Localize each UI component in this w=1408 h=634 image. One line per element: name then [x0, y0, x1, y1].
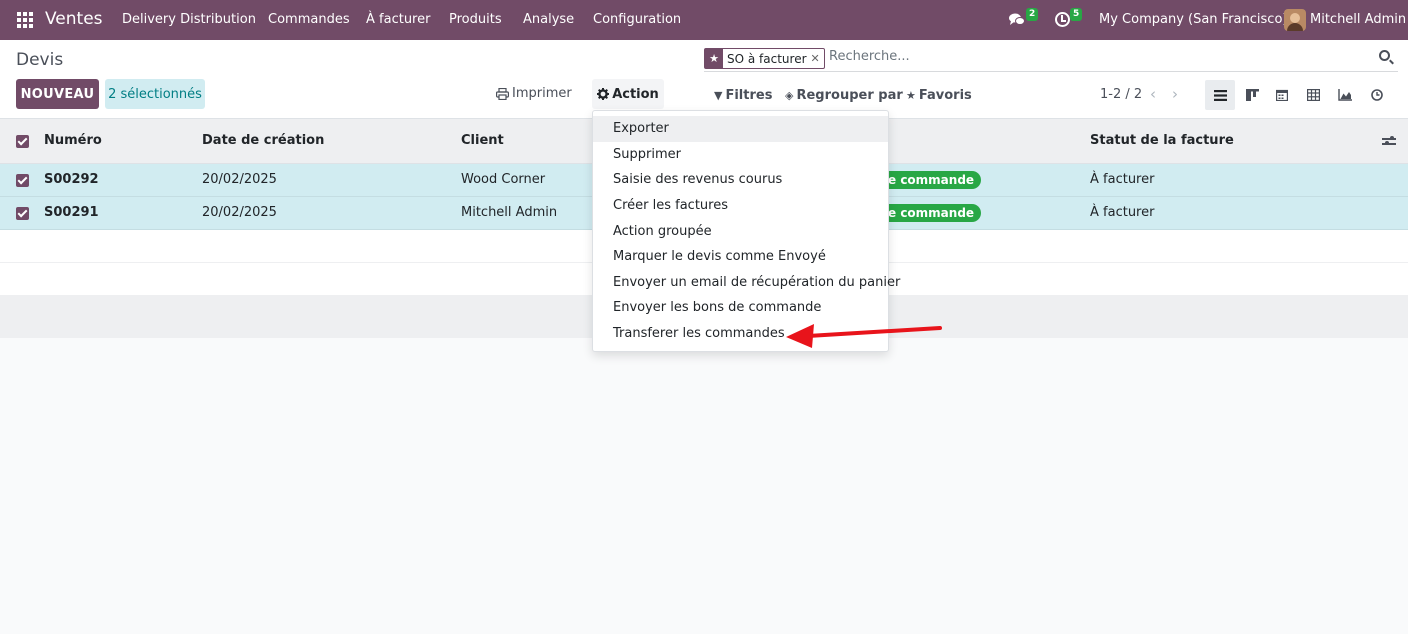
remove-facet-icon[interactable]: ✕ [811, 49, 824, 68]
print-label: Imprimer [512, 86, 572, 101]
kanban-view-icon[interactable] [1237, 80, 1267, 110]
column-header-date[interactable]: Date de création [202, 133, 324, 148]
search-input[interactable] [829, 49, 1329, 64]
status-badge: e commande [880, 204, 982, 222]
menu-item-exporter[interactable]: Exporter [593, 116, 888, 142]
menu-item-action-groupee[interactable]: Action groupée [593, 218, 888, 244]
annotation-arrow-icon [786, 324, 942, 348]
action-label: Action [612, 86, 659, 102]
select-all-checkbox[interactable] [16, 135, 29, 148]
gear-icon [597, 88, 610, 100]
search-facet-label: SO à facturer [727, 51, 807, 66]
order-number: S00292 [44, 172, 99, 187]
company-switcher[interactable]: My Company (San Francisco) [1099, 12, 1287, 27]
chevron-right-icon[interactable]: › [1172, 85, 1178, 103]
page-title[interactable]: Devis [16, 50, 63, 70]
order-number: S00291 [44, 205, 99, 220]
chevron-left-icon[interactable]: ‹ [1150, 85, 1156, 103]
user-avatar[interactable] [1284, 9, 1306, 31]
print-button[interactable]: Imprimer [496, 86, 572, 101]
user-menu[interactable]: Mitchell Admin [1310, 12, 1406, 27]
creation-date: 20/02/2025 [202, 172, 277, 187]
menu-item-commandes[interactable]: Commandes [268, 12, 350, 27]
status-badge: e commande [880, 171, 982, 189]
column-header-client[interactable]: Client [461, 133, 504, 148]
filters-toggle[interactable]: ▼ Filtres [714, 88, 772, 103]
invoice-status: À facturer [1090, 172, 1155, 187]
menu-item-supprimer[interactable]: Supprimer [593, 142, 888, 168]
messages-count-badge: 2 [1026, 8, 1039, 21]
graph-view-icon[interactable] [1330, 80, 1360, 110]
apps-grid-icon[interactable] [17, 12, 33, 28]
groupby-toggle[interactable]: ◈ Regrouper par [785, 88, 903, 103]
star-icon: ★ [906, 89, 916, 102]
printer-icon [496, 87, 509, 100]
menu-item-saisie-revenus[interactable]: Saisie des revenus courus [593, 167, 888, 193]
calendar-view-icon[interactable] [1267, 80, 1297, 110]
row-checkbox[interactable] [16, 174, 29, 187]
optional-columns-icon[interactable] [1382, 135, 1396, 147]
action-dropdown-menu: Exporter Supprimer Saisie des revenus co… [592, 110, 900, 352]
action-button[interactable]: Action [592, 79, 664, 109]
column-header-invoice-status[interactable]: Statut de la facture [1090, 133, 1234, 148]
search-facet[interactable]: ★ SO à facturer ✕ [704, 48, 825, 69]
layers-icon: ◈ [785, 89, 794, 102]
app-brand[interactable]: Ventes [45, 9, 103, 29]
column-header-numero[interactable]: Numéro [44, 133, 102, 148]
activity-clock-icon[interactable] [1055, 12, 1070, 27]
menu-item-analyse[interactable]: Analyse [523, 12, 574, 27]
client-name: Mitchell Admin [461, 205, 558, 220]
pager-value[interactable]: 1-2 / 2 [1100, 87, 1142, 102]
menu-item-a-facturer[interactable]: À facturer [366, 12, 430, 27]
favorite-star-icon: ★ [705, 49, 723, 68]
row-checkbox[interactable] [16, 207, 29, 220]
chat-icon[interactable] [1009, 13, 1025, 26]
control-panel: Devis NOUVEAU 2 sélectionnés Imprimer Ac… [0, 40, 1408, 118]
list-view-icon[interactable] [1205, 80, 1235, 110]
invoice-status: À facturer [1090, 205, 1155, 220]
new-button[interactable]: NOUVEAU [16, 79, 99, 109]
search-bar: ★ SO à facturer ✕ [704, 46, 1398, 72]
menu-item-email-panier[interactable]: Envoyer un email de récupération du pani… [593, 270, 900, 296]
creation-date: 20/02/2025 [202, 205, 277, 220]
menu-item-creer-factures[interactable]: Créer les factures [593, 193, 888, 219]
groupby-label: Regrouper par [796, 88, 903, 103]
pivot-view-icon[interactable] [1298, 80, 1328, 110]
activity-view-icon[interactable] [1362, 80, 1392, 110]
filters-label: Filtres [725, 88, 773, 103]
client-name: Wood Corner [461, 172, 546, 187]
menu-item-configuration[interactable]: Configuration [593, 12, 681, 27]
activities-count-badge: 5 [1070, 8, 1083, 21]
menu-item-delivery-distribution[interactable]: Delivery Distribution [122, 12, 256, 27]
favorites-label: Favoris [918, 88, 972, 103]
search-icon[interactable] [1379, 50, 1390, 61]
top-navbar: Ventes Delivery Distribution Commandes À… [0, 0, 1408, 40]
filter-icon: ▼ [714, 89, 723, 102]
menu-item-marquer-envoye[interactable]: Marquer le devis comme Envoyé [593, 244, 888, 270]
favorites-toggle[interactable]: ★ Favoris [906, 88, 972, 103]
menu-item-produits[interactable]: Produits [449, 12, 502, 27]
selected-count-button[interactable]: 2 sélectionnés [105, 79, 205, 109]
menu-item-envoyer-bons[interactable]: Envoyer les bons de commande [593, 295, 888, 321]
